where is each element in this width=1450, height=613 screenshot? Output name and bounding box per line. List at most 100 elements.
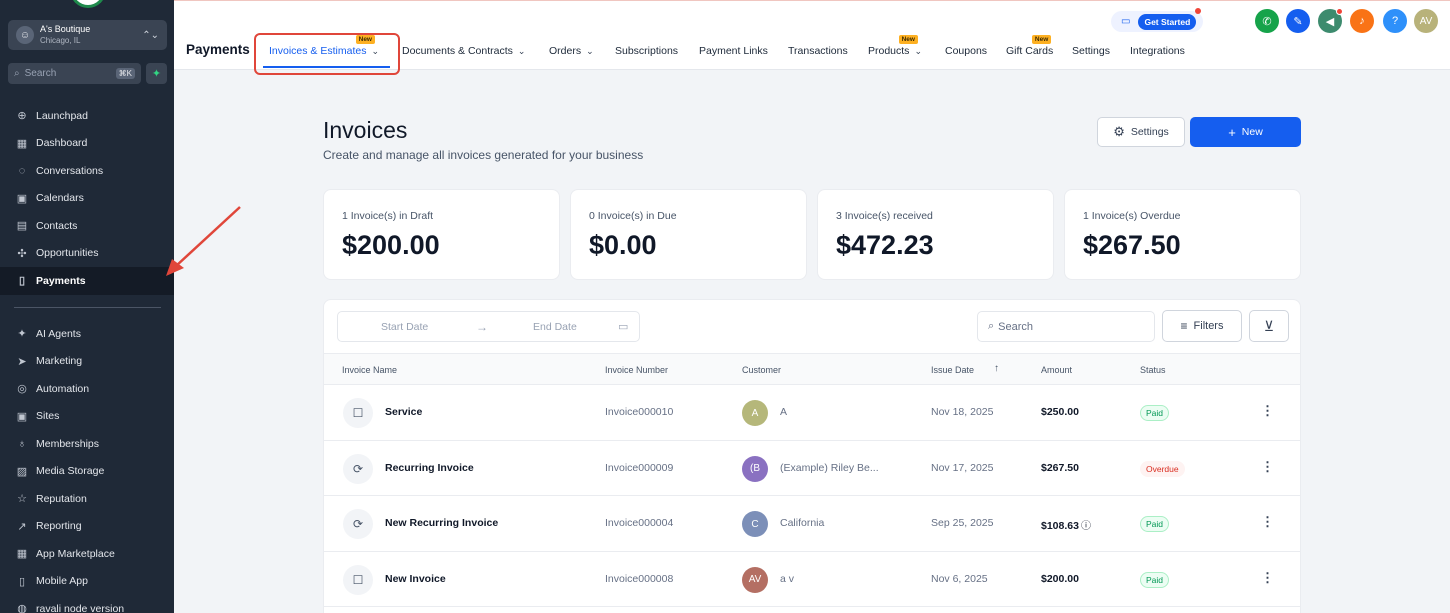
stat-label: 1 Invoice(s) in Draft <box>342 210 434 222</box>
calendar-icon: ▭ <box>618 321 629 333</box>
tab-payment-links[interactable]: Payment Links <box>699 45 768 57</box>
help-icon[interactable]: ? <box>1383 9 1407 33</box>
get-started-pill[interactable]: ▭ Get Started <box>1111 8 1203 32</box>
status-badge: Paid <box>1140 516 1170 532</box>
location-avatar: ☺ <box>16 26 34 44</box>
sidebar-item-dashboard[interactable]: ▦ Dashboard <box>0 130 174 158</box>
invoice-name[interactable]: New Recurring Invoice <box>385 517 498 529</box>
user-avatar[interactable]: AV <box>1414 9 1438 33</box>
col-invoice-number[interactable]: Invoice Number <box>605 365 668 375</box>
sort-arrow-icon[interactable]: ↑ <box>994 363 999 374</box>
contacts-icon: ▤ <box>16 220 28 233</box>
chevron-down-icon: ⌄ <box>586 46 594 56</box>
info-icon[interactable]: ⓘ <box>1081 521 1091 532</box>
col-issue-date[interactable]: Issue Date <box>931 365 974 375</box>
tab-products[interactable]: Products ⌄ New <box>868 35 922 57</box>
phone-icon[interactable]: ✆ <box>1255 9 1279 33</box>
sidebar-search[interactable]: ⌕ Search ⌘K <box>8 63 141 84</box>
sidebar-item-calendars[interactable]: ▣ Calendars <box>0 185 174 213</box>
tab-settings[interactable]: Settings <box>1072 45 1110 57</box>
sidebar-item-opportunities[interactable]: ✣ Opportunities <box>0 240 174 268</box>
invoice-table-card: Start Date → End Date ▭ ⌕ Search ≡ Filte… <box>323 299 1301 613</box>
issue-date: Nov 17, 2025 <box>931 461 994 474</box>
sidebar-item-memberships[interactable]: ♁ Memberships <box>0 430 174 458</box>
sidebar-item-label: Reputation <box>36 492 87 505</box>
filters-button[interactable]: ≡ Filters <box>1162 310 1242 342</box>
customer-avatar: C <box>742 511 768 537</box>
sidebar-item-label: Payments <box>36 274 86 287</box>
tab-coupons[interactable]: Coupons <box>945 45 987 57</box>
sidebar-item-label: Memberships <box>36 437 100 450</box>
sidebar-item-payments[interactable]: ▯ Payments <box>0 267 174 295</box>
start-date-field[interactable]: Start Date <box>381 321 428 333</box>
table-row[interactable]: ⟳ Recurring Invoice Invoice000009 (B (Exampl… <box>324 441 1300 496</box>
sidebar-item-conversations[interactable]: ◌ Conversations <box>0 157 174 185</box>
tab-documents-contracts[interactable]: Documents & Contracts ⌄ <box>402 45 525 57</box>
invoice-name[interactable]: Service <box>385 406 422 418</box>
col-customer[interactable]: Customer <box>742 365 781 375</box>
tab-orders[interactable]: Orders ⌄ <box>549 45 594 57</box>
table-row[interactable]: ☐ Service Invoice000010 A A Nov 18, 2025 $250.… <box>324 385 1300 441</box>
tab-gift-cards[interactable]: Gift Cards New <box>1006 35 1054 57</box>
bell-icon[interactable]: ♪ <box>1350 9 1374 33</box>
dashboard-icon: ▦ <box>16 137 28 150</box>
more-options-icon[interactable]: ⋮ <box>1261 514 1274 530</box>
tab-label: Gift Cards <box>1006 45 1054 57</box>
invoice-name[interactable]: New Invoice <box>385 573 446 585</box>
invoice-search-input[interactable]: ⌕ Search <box>977 311 1155 342</box>
sidebar-item-sites[interactable]: ▣ Sites <box>0 403 174 431</box>
date-range-picker[interactable]: Start Date → End Date ▭ <box>337 311 640 342</box>
sidebar-item-mobile-app[interactable]: ▯ Mobile App <box>0 568 174 596</box>
sidebar-item-launchpad[interactable]: ⊕ Launchpad <box>0 102 174 130</box>
sidebar-item-ai-agents[interactable]: ✦ AI Agents <box>0 320 174 348</box>
magic-icon[interactable]: ✎ <box>1286 9 1310 33</box>
invoice-name[interactable]: Recurring Invoice <box>385 462 474 474</box>
rocket-icon: ⊕ <box>17 110 27 123</box>
stat-label: 0 Invoice(s) in Due <box>589 210 677 222</box>
card-icon: ▭ <box>1121 16 1131 27</box>
new-invoice-button[interactable]: + New <box>1190 117 1301 147</box>
col-amount[interactable]: Amount <box>1041 365 1072 375</box>
stat-card-draft: 1 Invoice(s) in Draft $200.00 <box>323 189 560 280</box>
customer-avatar: A <box>742 400 768 426</box>
tab-transactions[interactable]: Transactions <box>788 45 848 57</box>
customer-avatar: (B <box>742 455 768 482</box>
more-options-icon[interactable]: ⋮ <box>1261 459 1274 475</box>
sidebar-item-reporting[interactable]: ↗ Reporting <box>0 513 174 541</box>
end-date-field[interactable]: End Date <box>533 321 577 333</box>
sidebar-item-ravali-node-version[interactable]: ◍ ravali node version <box>0 595 174 613</box>
quick-action-icon[interactable]: ✦ <box>146 63 167 84</box>
more-options-icon[interactable]: ⋮ <box>1261 403 1274 419</box>
sidebar-item-marketing[interactable]: ➤ Marketing <box>0 348 174 376</box>
settings-button[interactable]: ⚙ Settings <box>1097 117 1185 147</box>
col-invoice-name[interactable]: Invoice Name <box>342 365 397 375</box>
brand-logo <box>70 0 106 8</box>
document-icon: ☐ <box>343 564 373 595</box>
table-header: Invoice Name Invoice Number Customer Iss… <box>324 353 1300 385</box>
chat-icon: ◌ <box>18 164 26 177</box>
more-options-icon[interactable]: ⋮ <box>1261 570 1274 586</box>
new-badge: New <box>1031 35 1052 44</box>
table-row[interactable]: ☐ New Invoice Invoice000008 AV a v Nov 6, 202… <box>324 552 1300 607</box>
tab-label: Documents & Contracts <box>402 45 513 57</box>
location-switcher[interactable]: ☺ A's Boutique Chicago, IL ⌃⌄ <box>8 20 167 50</box>
sidebar-item-automation[interactable]: ◎ Automation <box>0 375 174 403</box>
tab-subscriptions[interactable]: Subscriptions <box>615 45 678 57</box>
invoice-number: Invoice000004 <box>605 517 674 529</box>
table-row[interactable]: ⟳ New Recurring Invoice Invoice000004 C Cali… <box>324 496 1300 552</box>
automation-icon: ◎ <box>17 383 27 396</box>
megaphone-icon[interactable]: ◀ <box>1318 8 1343 33</box>
download-icon[interactable]: ⊻ <box>1249 310 1289 342</box>
new-badge: New <box>898 35 918 44</box>
get-started-button[interactable]: Get Started <box>1138 13 1197 30</box>
col-status[interactable]: Status <box>1140 365 1166 375</box>
sidebar-item-media-storage[interactable]: ▨ Media Storage <box>0 458 174 486</box>
amount: $250.00 <box>1041 406 1079 418</box>
sidebar-item-app-marketplace[interactable]: ▦ App Marketplace <box>0 540 174 568</box>
customer-name: (Example) Riley Be... <box>780 461 879 474</box>
tab-integrations[interactable]: Integrations <box>1130 45 1185 57</box>
sidebar-item-contacts[interactable]: ▤ Contacts <box>0 212 174 240</box>
sidebar-item-label: Reporting <box>36 520 82 533</box>
stat-card-received: 3 Invoice(s) received $472.23 <box>817 189 1054 280</box>
sidebar-item-reputation[interactable]: ☆ Reputation <box>0 485 174 513</box>
